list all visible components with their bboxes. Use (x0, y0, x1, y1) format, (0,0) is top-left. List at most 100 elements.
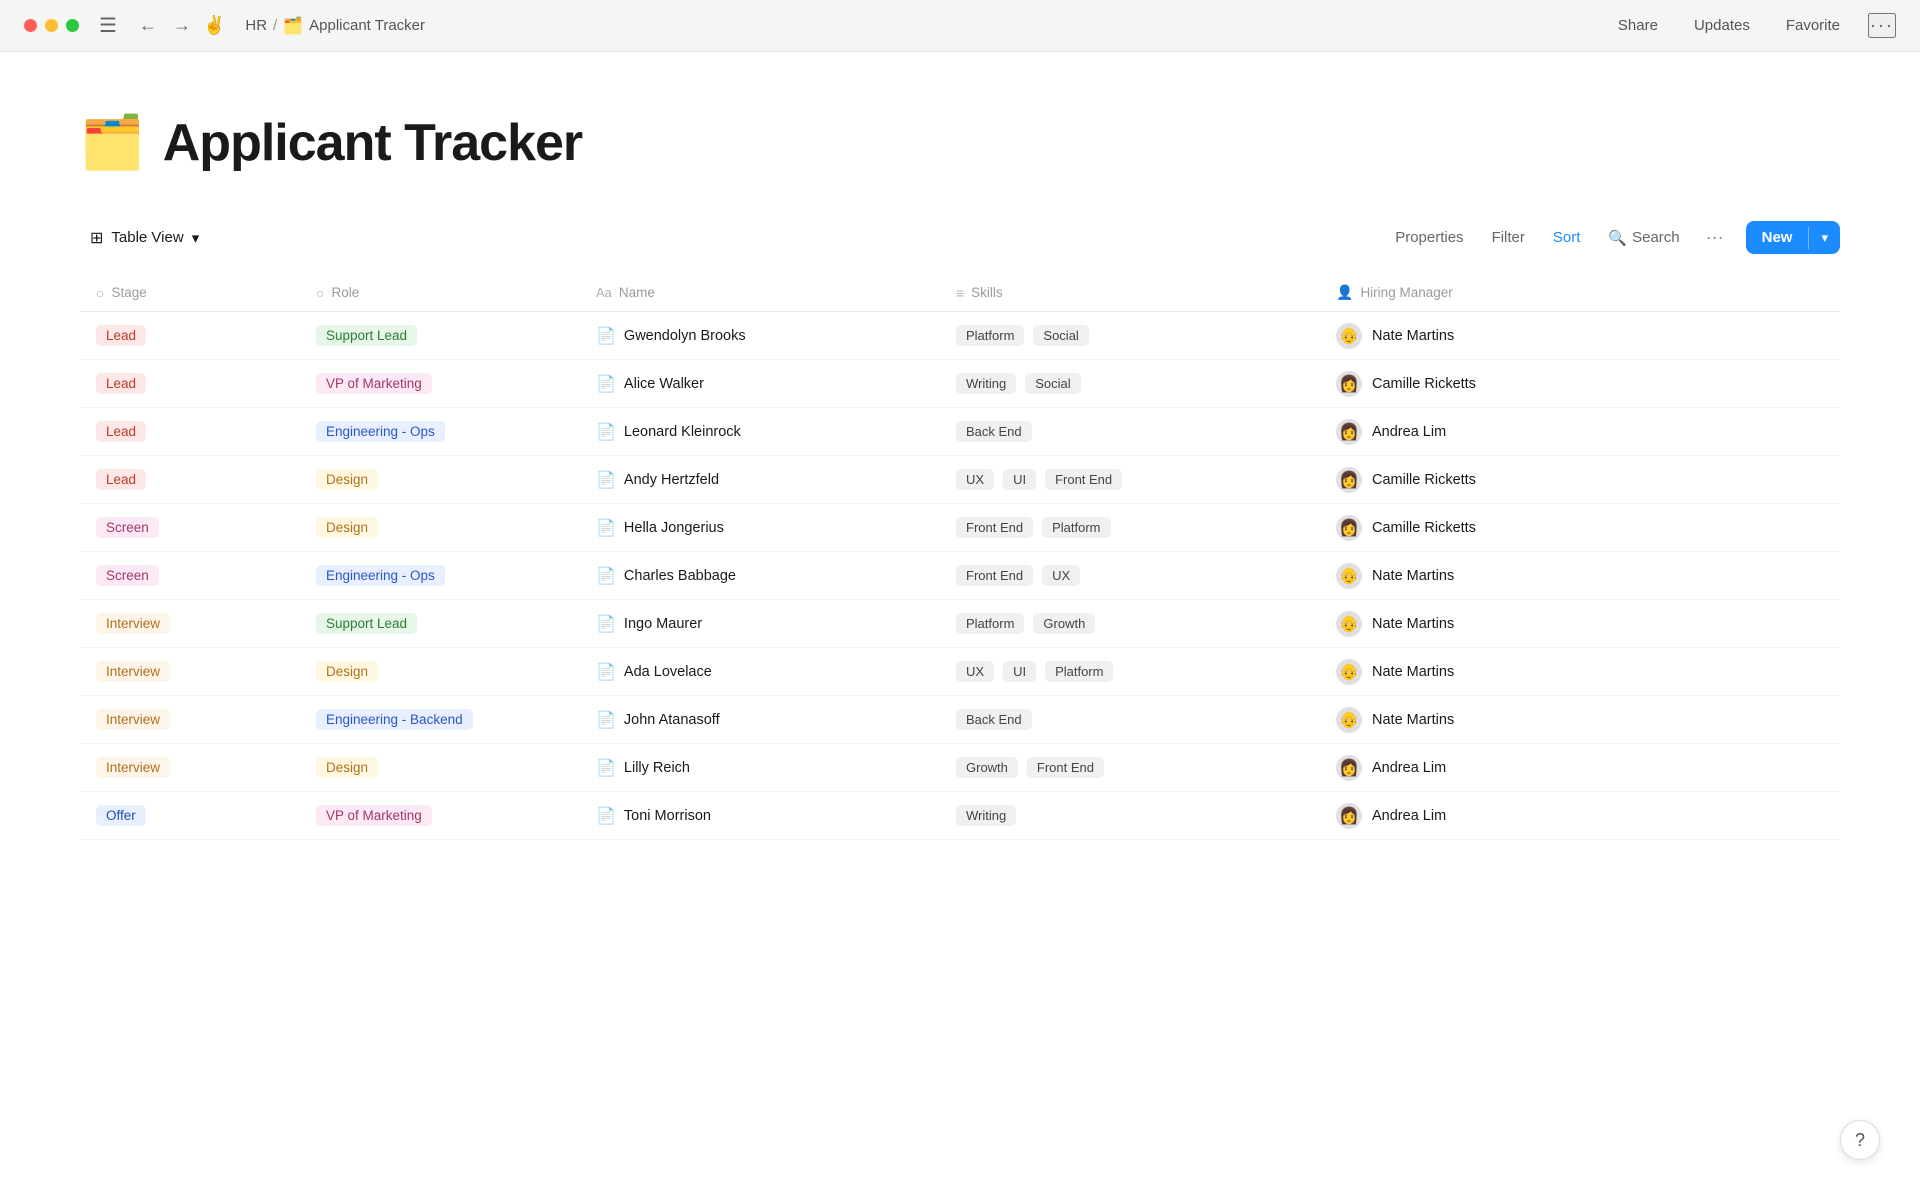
skill-badge: Platform (1045, 661, 1113, 682)
stage-badge: Interview (96, 709, 170, 730)
help-button[interactable]: ? (1840, 1120, 1880, 1160)
stage-cell: Offer (80, 795, 300, 836)
stage-badge: Lead (96, 373, 146, 394)
document-icon: 📄 (596, 326, 616, 346)
role-cell: Design (300, 459, 580, 500)
close-button[interactable] (24, 19, 37, 32)
table-row[interactable]: InterviewDesign📄Ada LovelaceUXUIPlatform… (80, 648, 1840, 696)
maximize-button[interactable] (66, 19, 79, 32)
col-label-skills: Skills (971, 285, 1003, 300)
name-cell[interactable]: 📄Ingo Maurer (580, 604, 940, 644)
search-button[interactable]: 🔍 Search (1596, 223, 1691, 253)
manager-name: Nate Martins (1372, 616, 1454, 632)
table-row[interactable]: ScreenDesign📄Hella JongeriusFront EndPla… (80, 504, 1840, 552)
manager-cell: 👩 Camille Ricketts (1320, 361, 1840, 407)
name-cell[interactable]: 📄Hella Jongerius (580, 508, 940, 548)
new-button[interactable]: New (1746, 221, 1809, 254)
toolbar-more-button[interactable]: ··· (1696, 221, 1734, 254)
skill-badge: Social (1033, 325, 1088, 346)
document-icon: 📄 (596, 614, 616, 634)
workspace-emoji-icon: ✌️ (203, 15, 225, 36)
breadcrumb-workspace[interactable]: HR (245, 17, 267, 34)
sidebar-toggle-icon[interactable]: ☰ (99, 13, 117, 38)
name-cell[interactable]: 📄Charles Babbage (580, 556, 940, 596)
manager-name: Andrea Lim (1372, 424, 1446, 440)
name-cell[interactable]: 📄Leonard Kleinrock (580, 412, 940, 452)
document-icon: 📄 (596, 518, 616, 538)
name-cell[interactable]: 📄 Gwendolyn Brooks (580, 316, 940, 356)
role-cell: Design (300, 507, 580, 548)
manager-cell: 👩Andrea Lim (1320, 409, 1840, 455)
table-row[interactable]: LeadDesign📄Andy HertzfeldUXUIFront End👩C… (80, 456, 1840, 504)
page-icon-small: 🗂️ (283, 16, 303, 36)
name-cell[interactable]: 📄Ada Lovelace (580, 652, 940, 692)
toolbar-left: ⊞ Table View ▾ (80, 223, 209, 253)
skill-badge: Back End (956, 421, 1032, 442)
stage-cell: Lead (80, 363, 300, 404)
table-row[interactable]: LeadVP of Marketing📄Alice WalkerWritingS… (80, 360, 1840, 408)
favorite-button[interactable]: Favorite (1778, 13, 1848, 38)
table-row[interactable]: InterviewDesign📄Lilly ReichGrowthFront E… (80, 744, 1840, 792)
stage-badge: Screen (96, 517, 159, 538)
name-cell[interactable]: 📄Alice Walker (580, 364, 940, 404)
applicant-name: Leonard Kleinrock (624, 424, 741, 440)
name-cell[interactable]: 📄Toni Morrison (580, 796, 940, 836)
skill-badge: UI (1003, 469, 1036, 490)
avatar: 👩 (1336, 371, 1362, 397)
new-dropdown-button[interactable]: ▾ (1809, 222, 1840, 254)
skill-badge: Front End (956, 565, 1033, 586)
filter-button[interactable]: Filter (1480, 223, 1537, 252)
back-icon[interactable]: ← (135, 11, 161, 40)
updates-button[interactable]: Updates (1686, 13, 1758, 38)
table-row[interactable]: LeadEngineering - Ops📄Leonard KleinrockB… (80, 408, 1840, 456)
role-badge: VP of Marketing (316, 805, 432, 826)
table-row[interactable]: Offer VP of Marketing 📄Toni MorrisonWritin… (80, 792, 1840, 840)
manager-name: Camille Ricketts (1372, 376, 1476, 392)
skill-badge: UX (956, 469, 994, 490)
role-col-icon: ○ (316, 285, 324, 301)
table-row[interactable]: LeadSupport Lead📄Gwendolyn BrooksPlatfor… (80, 312, 1840, 360)
document-icon: 📄 (596, 710, 616, 730)
share-button[interactable]: Share (1610, 13, 1666, 38)
name-cell[interactable]: 📄John Atanasoff (580, 700, 940, 740)
chevron-down-icon: ▾ (192, 229, 200, 247)
manager-cell: 👴Nate Martins (1320, 313, 1840, 359)
stage-badge: Interview (96, 757, 170, 778)
stage-cell: Lead (80, 411, 300, 452)
role-cell: Engineering - Backend (300, 699, 580, 740)
role-badge: Engineering - Ops (316, 565, 445, 586)
table-row[interactable]: Interview Engineering - Backend📄John Atan… (80, 696, 1840, 744)
stage-badge: Lead (96, 421, 146, 442)
manager-name: Nate Martins (1372, 664, 1454, 680)
name-cell[interactable]: 📄Andy Hertzfeld (580, 460, 940, 500)
name-cell[interactable]: 📄Lilly Reich (580, 748, 940, 788)
skills-cell: Writing (940, 795, 1320, 836)
table-view-button[interactable]: ⊞ Table View ▾ (80, 223, 209, 253)
avatar: 👩 (1336, 467, 1362, 493)
table-row[interactable]: ScreenEngineering - Ops📄Charles BabbageF… (80, 552, 1840, 600)
skills-cell: UXUIFront End (940, 459, 1320, 500)
skill-badge: Growth (1033, 613, 1095, 634)
more-options-button[interactable]: ··· (1868, 13, 1896, 38)
page-title-area: 🗂️ Applicant Tracker (80, 112, 1840, 173)
skill-badge: Front End (956, 517, 1033, 538)
skill-badge: Platform (956, 613, 1024, 634)
forward-icon[interactable]: → (169, 11, 195, 40)
stage-badge: Interview (96, 661, 170, 682)
table-view-label: Table View (111, 229, 183, 246)
skill-badge: Writing (956, 373, 1016, 394)
applicant-name: Gwendolyn Brooks (624, 328, 746, 344)
manager-name: Andrea Lim (1372, 808, 1446, 824)
minimize-button[interactable] (45, 19, 58, 32)
name-col-icon: Aa (596, 285, 612, 300)
stage-badge: Lead (96, 469, 146, 490)
toolbar-right: Properties Filter Sort 🔍 Search ··· New … (1383, 221, 1840, 254)
breadcrumb-page[interactable]: Applicant Tracker (309, 17, 425, 34)
sort-button[interactable]: Sort (1541, 223, 1593, 252)
manager-col-icon: 👤 (1336, 284, 1353, 301)
col-header-skills: ≡ Skills (940, 274, 1320, 311)
properties-button[interactable]: Properties (1383, 223, 1475, 252)
document-icon: 📄 (596, 806, 616, 826)
table-row[interactable]: InterviewSupport Lead📄Ingo MaurerPlatfor… (80, 600, 1840, 648)
skills-col-icon: ≡ (956, 285, 964, 301)
